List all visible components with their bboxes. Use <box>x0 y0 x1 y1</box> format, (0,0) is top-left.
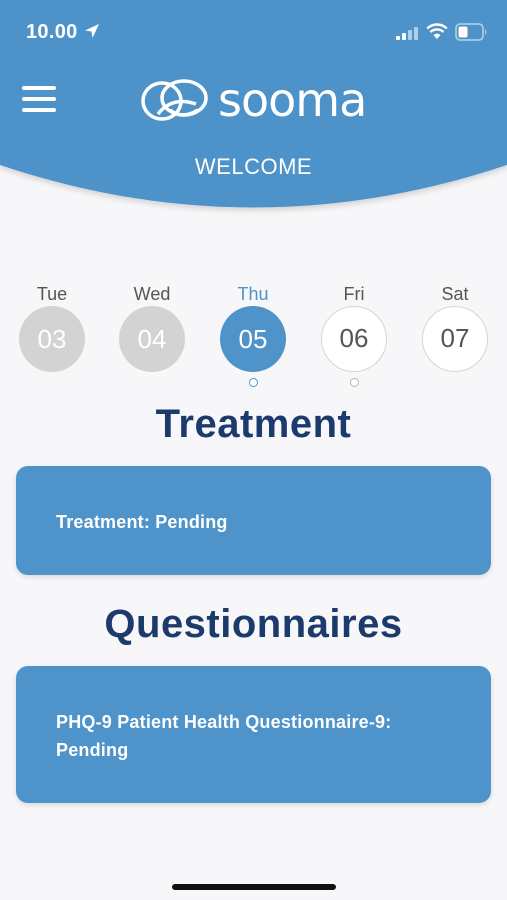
day-fri[interactable]: Fri 06 <box>319 282 389 372</box>
battery-icon <box>455 23 487 41</box>
status-bar: 10.00 <box>0 0 507 66</box>
day-sat[interactable]: Sat 07 <box>420 282 490 372</box>
treatment-card[interactable]: Treatment: Pending <box>16 466 491 575</box>
treatment-status: Treatment: Pending <box>56 512 228 532</box>
thu-pending-indicator <box>249 378 258 387</box>
day-date: 04 <box>119 306 185 372</box>
day-name: Wed <box>133 284 171 304</box>
hamburger-menu-icon[interactable] <box>22 86 56 112</box>
day-thu-selected[interactable]: Thu 05 <box>218 282 288 372</box>
treatment-heading: Treatment <box>155 402 352 446</box>
day-date: 06 <box>321 306 387 372</box>
wifi-icon <box>426 23 448 39</box>
questionnaires-heading: Questionnaires <box>104 602 403 646</box>
day-selector: Tue 03 Wed 04 Thu 05 Fri 06 Sat 07 <box>0 282 507 392</box>
day-tue[interactable]: Tue 03 <box>17 282 87 372</box>
day-name: Tue <box>36 284 68 304</box>
cellular-signal-icon <box>396 27 418 40</box>
home-indicator[interactable] <box>172 884 336 890</box>
day-wed[interactable]: Wed 04 <box>117 282 187 372</box>
brand-name: sooma <box>218 73 367 127</box>
day-date: 03 <box>19 306 85 372</box>
fri-pending-indicator <box>350 378 359 387</box>
day-date: 05 <box>220 306 286 372</box>
questionnaire-card[interactable]: PHQ-9 Patient Health Questionnaire-9: Pe… <box>16 666 491 803</box>
questionnaire-status: PHQ-9 Patient Health Questionnaire-9: Pe… <box>56 712 392 760</box>
day-name: Thu <box>237 284 269 304</box>
welcome-heading: WELCOME <box>194 154 313 179</box>
sooma-leaf-logo-icon <box>141 79 208 121</box>
day-name: Fri <box>343 284 365 304</box>
location-arrow-icon <box>85 24 99 38</box>
day-name: Sat <box>441 284 469 304</box>
sooma-logo: sooma <box>140 74 370 126</box>
day-date: 07 <box>422 306 488 372</box>
status-time: 10.00 <box>26 21 78 43</box>
